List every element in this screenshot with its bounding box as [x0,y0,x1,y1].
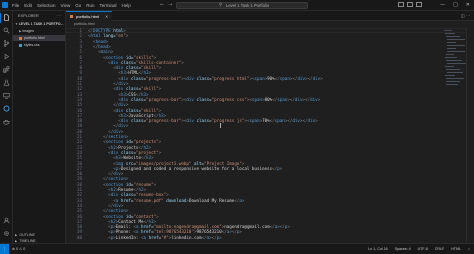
code-editor[interactable]: 1 <!DOCTYPE html> 2 <html lang="en"> 3 <he… [66,28,466,243]
editor-scrollbar[interactable] [466,28,474,243]
tab-label: portfolio.html [76,14,99,19]
text-cursor [220,123,221,128]
window-controls: — □ ✕ [436,0,474,10]
docker-icon[interactable] [3,118,10,125]
css-file-icon [19,43,22,47]
back-arrow-icon[interactable]: ← [160,2,168,8]
command-center-label: Level 1 Task 1 Portfolio [226,3,270,8]
layout-controls [398,2,428,8]
status-bar: ⋮ ⊗ 0 ⚠ 0 Ln 1, Col 16 Spaces: 4 UTF-8 C… [0,243,474,254]
menu-go[interactable]: Go [75,1,81,10]
menu-run[interactable]: Run [86,1,94,10]
cursor-position[interactable]: Ln 1, Col 16 [368,244,387,254]
toggle-panel-icon[interactable] [407,2,413,7]
tree-item-label: styles.css [24,43,40,47]
close-icon[interactable]: ✕ [105,12,108,21]
explorer-panel: EXPLORER ⋯ ▼LEVEL 1 TASK 1 PORTFO... ▶im… [13,11,66,243]
menu-selection[interactable]: Selection [37,1,56,10]
tree-item-portfolio-html[interactable]: portfolio.html [13,35,65,41]
indentation[interactable]: Spaces: 4 [395,244,411,254]
maximize-button[interactable]: □ [453,0,458,10]
outline-section[interactable]: ▶ OUTLINE [15,233,35,237]
remote-indicator-icon[interactable]: ⋮ [0,244,9,254]
remote-explorer-icon[interactable] [3,92,10,99]
run-debug-icon[interactable] [3,53,10,60]
menu-terminal[interactable]: Terminal [100,1,117,10]
status-bar-right: Ln 1, Col 16 Spaces: 4 UTF-8 CRLF HTML ⌕ [368,244,470,254]
workspace-folder-label: LEVEL 1 TASK 1 PORTFO... [18,22,64,26]
tab-portfolio-html[interactable]: portfolio.html ✕ [66,11,112,21]
more-actions-icon[interactable]: ⋯ [57,13,61,18]
menu-file[interactable]: File [12,1,19,10]
menu-help[interactable]: Help [122,1,131,10]
close-button[interactable]: ✕ [466,0,470,10]
chevron-down-icon: ▼ [15,22,18,26]
explorer-title: EXPLORER [18,14,39,18]
search-icon: ⚲ [219,3,223,8]
activity-bar [0,11,13,243]
editor-actions-icon[interactable]: ◫ ⋯ [461,11,470,21]
toggle-secondary-sidebar-icon[interactable] [416,2,422,7]
title-bar: File Edit Selection View Go Run Terminal… [0,0,474,11]
language-mode[interactable]: HTML [451,244,461,254]
command-center[interactable]: ⚲ Level 1 Task 1 Portfolio [176,2,308,9]
menu-edit[interactable]: Edit [24,1,32,10]
notifications-icon[interactable]: ⌕ [468,244,470,254]
active-indicator [0,13,1,23]
chevron-right-icon: ▶ [19,29,22,33]
workspace-folder[interactable]: ▼LEVEL 1 TASK 1 PORTFO... [15,21,65,27]
vscode-logo-icon [2,2,8,8]
line-ending[interactable]: CRLF [435,244,444,254]
extensions-icon[interactable] [3,66,10,73]
breadcrumb[interactable]: portfolio.html [66,21,474,28]
editor-tab-bar: portfolio.html ✕ ◫ ⋯ [66,11,474,21]
minimap[interactable] [444,28,467,118]
html-file-icon [19,36,22,40]
html-file-icon [70,15,73,18]
tree-item-label: portfolio.html [24,36,45,40]
tree-item-label: images [22,29,34,33]
accounts-icon[interactable] [3,217,10,224]
problems-indicator[interactable]: ⊗ 0 ⚠ 0 [12,244,25,254]
tree-item-images[interactable]: ▶images [19,28,34,34]
edge-icon[interactable] [3,105,10,112]
outline-label: OUTLINE [19,233,35,237]
code-line: 40 <p>LinkedIn: <a href="#">linkedin.com… [76,234,222,240]
tree-item-styles-css[interactable]: styles.css [19,42,40,48]
search-icon[interactable] [3,27,10,34]
settings-icon[interactable] [3,230,10,237]
minimize-button[interactable]: — [440,0,445,10]
nav-arrows: ←→ [160,1,176,10]
test-icon[interactable] [3,79,10,86]
chevron-right-icon: ▶ [15,233,18,237]
encoding[interactable]: UTF-8 [418,244,428,254]
menu-view[interactable]: View [61,1,71,10]
files-icon[interactable] [3,14,10,21]
toggle-sidebar-icon[interactable] [398,2,404,7]
source-control-icon[interactable] [3,40,10,47]
menu-bar: File Edit Selection View Go Run Terminal… [12,1,131,10]
